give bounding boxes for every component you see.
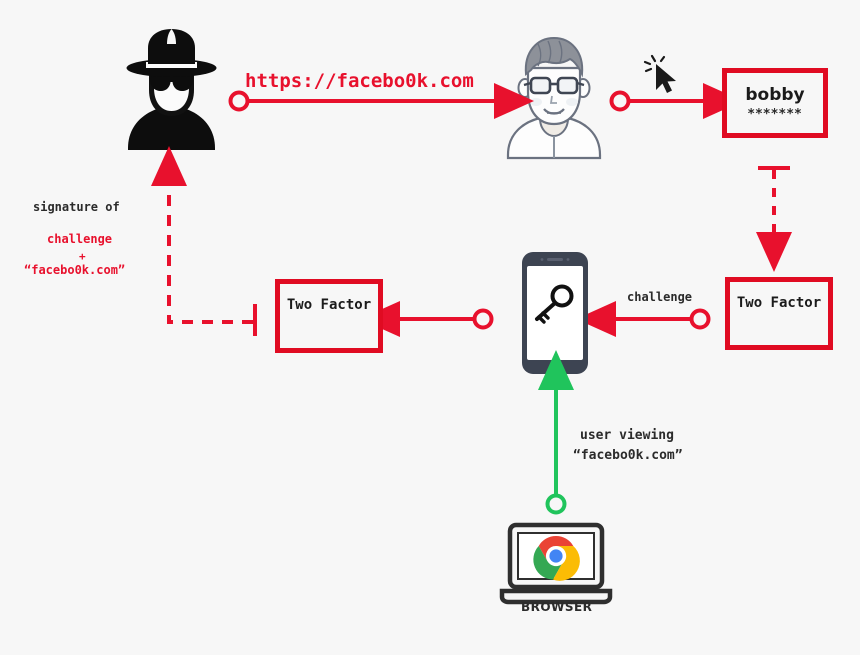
- arrow-credentials-to-two-factor: [756, 166, 792, 272]
- credentials-password-mask: *******: [747, 106, 803, 122]
- arrow-phishing-url: [228, 83, 534, 119]
- credentials-username: bobby: [745, 84, 805, 105]
- two-factor-box-left[interactable]: Two Factor: [275, 279, 383, 353]
- credentials-box[interactable]: bobby *******: [722, 68, 828, 138]
- browser-laptop-icon: [499, 522, 613, 605]
- arrow-signature-to-attacker: [151, 146, 257, 336]
- mouse-cursor-click-icon: [643, 54, 676, 93]
- arrow-victim-to-credentials: [609, 83, 743, 119]
- signature-domain-label: “facebo0k.com”: [24, 263, 126, 277]
- challenge-label: challenge: [627, 290, 693, 304]
- two-factor-box-right[interactable]: Two Factor: [725, 277, 833, 350]
- two-factor-label-right: Two Factor: [736, 294, 822, 311]
- key-icon: [535, 284, 574, 324]
- spy-icon: [126, 29, 217, 150]
- arrow-challenge-to-phone: [576, 301, 711, 337]
- arrow-user-viewing: [538, 350, 574, 515]
- signature-plus-label: +: [79, 250, 86, 263]
- browser-label: BROWSER: [521, 600, 593, 614]
- diagram-canvas: bobby ******* Two Factor Two Factor http…: [0, 0, 860, 655]
- signature-of-label: signature of: [33, 200, 120, 214]
- phishing-url-label: https://facebo0k.com: [245, 70, 474, 92]
- user-viewing-label-line2: “facebo0k.com”: [573, 448, 683, 463]
- two-factor-label-left: Two Factor: [286, 297, 372, 313]
- phone-security-key: [522, 252, 588, 374]
- signature-challenge-label: challenge: [47, 232, 113, 246]
- user-avatar-icon: [506, 36, 602, 160]
- chrome-icon: [533, 536, 580, 581]
- user-viewing-label-line1: user viewing: [580, 428, 674, 443]
- arrow-phone-to-two-factor-left: [360, 301, 494, 337]
